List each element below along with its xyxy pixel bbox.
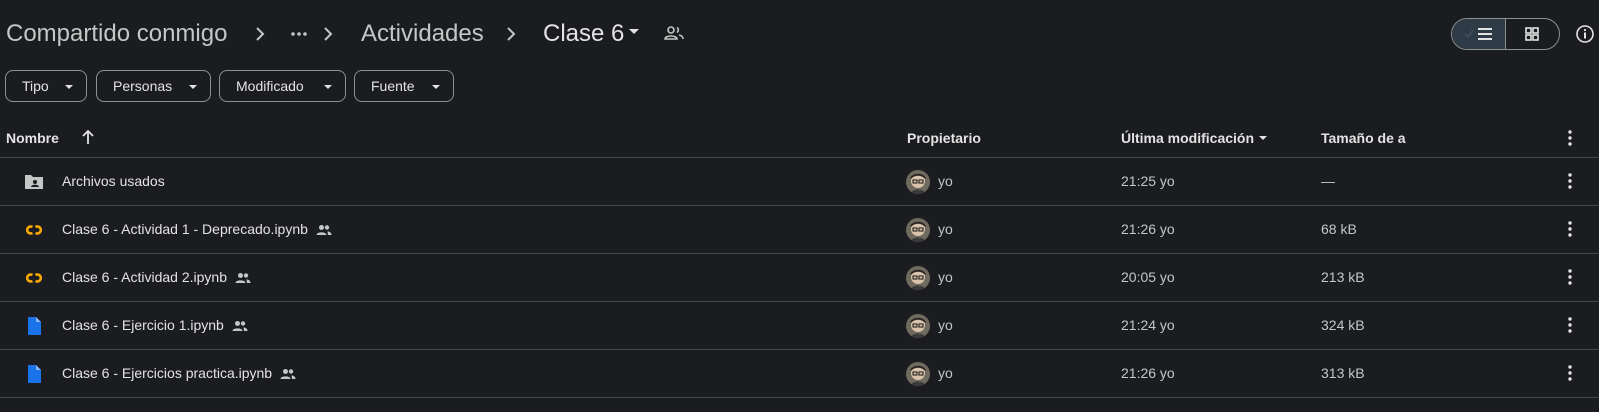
file-name[interactable]: Clase 6 - Ejercicio 1.ipynb: [62, 317, 248, 333]
grid-view-button[interactable]: [1506, 19, 1560, 49]
more-vert-icon[interactable]: [1567, 220, 1573, 238]
size-label: 68 kB: [1321, 221, 1357, 237]
size-label: 213 kB: [1321, 269, 1365, 285]
shared-folder-icon: [25, 175, 43, 189]
column-header-modified[interactable]: Última modificación: [1121, 130, 1254, 146]
colab-icon: [25, 225, 43, 235]
size-label: 324 kB: [1321, 317, 1365, 333]
modified-label: 20:05 yo: [1121, 269, 1175, 285]
modified-label: 21:26 yo: [1121, 365, 1175, 381]
file-icon: [28, 365, 41, 383]
people-icon: [316, 225, 332, 236]
arrow-up-icon[interactable]: [81, 129, 95, 145]
chevron-right-icon: [507, 27, 516, 41]
caret-down-icon: [189, 85, 197, 89]
more-horiz-icon[interactable]: [289, 24, 309, 44]
filter-people[interactable]: Personas: [96, 70, 211, 102]
owner-label: yo: [938, 173, 953, 189]
people-icon: [280, 369, 296, 380]
size-label: —: [1321, 173, 1335, 189]
file-name[interactable]: Clase 6 - Actividad 2.ipynb: [62, 269, 251, 285]
breadcrumb-parent[interactable]: Actividades: [361, 18, 484, 50]
info-icon[interactable]: [1575, 24, 1595, 44]
owner-label: yo: [938, 365, 953, 381]
avatar: [906, 362, 930, 386]
caret-down-icon: [65, 85, 73, 89]
more-vert-icon[interactable]: [1567, 129, 1573, 147]
grid-view-icon: [1525, 27, 1540, 41]
more-vert-icon[interactable]: [1567, 172, 1573, 190]
file-name[interactable]: Clase 6 - Ejercicios practica.ipynb: [62, 365, 296, 381]
caret-down-icon[interactable]: [628, 28, 640, 36]
file-list: Archivos usados yo 21:25 yo — Clase 6 - Acti…: [0, 158, 1599, 398]
filter-source[interactable]: Fuente: [354, 70, 454, 102]
people-icon: [232, 321, 248, 332]
file-name-label: Clase 6 - Ejercicios practica.ipynb: [62, 365, 273, 381]
file-name-label: Clase 6 - Actividad 1 - Deprecado.ipynb: [62, 221, 308, 237]
more-vert-icon[interactable]: [1567, 364, 1573, 382]
filter-type[interactable]: Tipo: [5, 70, 87, 102]
avatar: [906, 266, 930, 290]
filter-people-label: Personas: [113, 78, 173, 94]
more-vert-icon[interactable]: [1567, 316, 1573, 334]
owner-label: yo: [938, 269, 953, 285]
modified-label: 21:25 yo: [1121, 173, 1175, 189]
colab-icon: [25, 273, 43, 283]
list-view-icon: [1464, 28, 1493, 40]
file-name-label: Clase 6 - Actividad 2.ipynb: [62, 269, 227, 285]
file-icon: [28, 317, 41, 335]
modified-label: 21:26 yo: [1121, 221, 1175, 237]
file-name[interactable]: Clase 6 - Actividad 1 - Deprecado.ipynb: [62, 221, 332, 237]
avatar: [906, 170, 930, 194]
filter-source-label: Fuente: [371, 78, 415, 94]
avatar: [906, 314, 930, 338]
table-row[interactable]: Clase 6 - Ejercicios practica.ipynb yo 21:…: [0, 350, 1599, 398]
avatar: [906, 218, 930, 242]
filter-modified-label: Modificado: [236, 78, 304, 94]
size-label: 313 kB: [1321, 365, 1365, 381]
filter-type-label: Tipo: [22, 78, 49, 94]
more-vert-icon[interactable]: [1567, 268, 1573, 286]
header: Compartido conmigo Actividades Clase 6: [0, 0, 1599, 66]
filter-modified[interactable]: Modificado: [219, 70, 346, 102]
table-row[interactable]: Clase 6 - Ejercicio 1.ipynb yo 21:24 yo 324…: [0, 302, 1599, 350]
file-name-label: Archivos usados: [62, 173, 165, 189]
caret-down-icon[interactable]: [1258, 135, 1268, 141]
table-header: Nombre Propietario Última modificación T…: [0, 120, 1599, 158]
people-icon: [235, 273, 251, 284]
table-row[interactable]: Clase 6 - Actividad 1 - Deprecado.ipynb y…: [0, 206, 1599, 254]
file-name-label: Clase 6 - Ejercicio 1.ipynb: [62, 317, 224, 333]
modified-label: 21:24 yo: [1121, 317, 1175, 333]
breadcrumb-current[interactable]: Clase 6: [543, 18, 624, 50]
chevron-right-icon: [324, 27, 333, 41]
chevron-right-icon: [256, 27, 265, 41]
people-icon: [664, 26, 684, 40]
table-row[interactable]: Archivos usados yo 21:25 yo —: [0, 158, 1599, 206]
column-header-size[interactable]: Tamaño de a: [1321, 130, 1406, 146]
file-name[interactable]: Archivos usados: [62, 173, 165, 189]
owner-label: yo: [938, 221, 953, 237]
table-row[interactable]: Clase 6 - Actividad 2.ipynb yo 20:05 yo 213…: [0, 254, 1599, 302]
caret-down-icon: [324, 85, 332, 89]
column-header-name[interactable]: Nombre: [6, 130, 59, 146]
list-view-button[interactable]: [1452, 19, 1506, 49]
owner-label: yo: [938, 317, 953, 333]
breadcrumb-root[interactable]: Compartido conmigo: [6, 18, 227, 50]
view-toggle: [1451, 18, 1560, 50]
column-header-owner[interactable]: Propietario: [907, 130, 981, 146]
caret-down-icon: [432, 85, 440, 89]
